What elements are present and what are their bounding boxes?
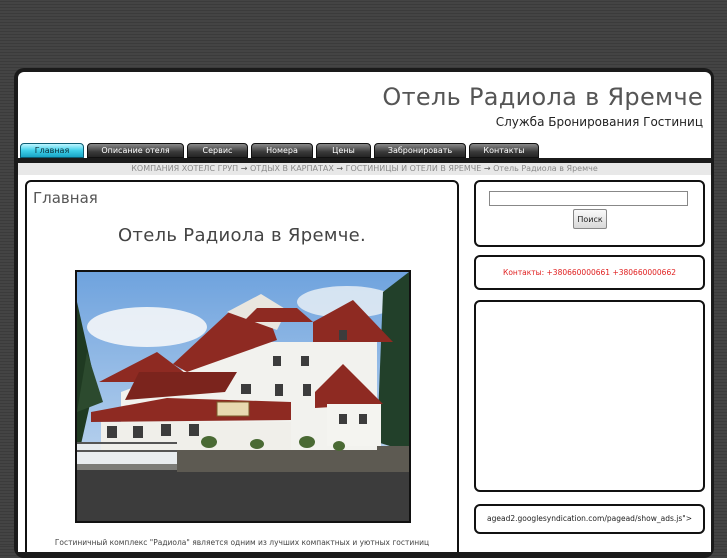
tab-service[interactable]: Сервис xyxy=(187,143,248,158)
tab-booking[interactable]: Забронировать xyxy=(374,143,466,158)
contacts-widget: Контакты: +380660000661 +380660000662 xyxy=(474,255,705,290)
tab-prices[interactable]: Цены xyxy=(316,143,371,158)
ad-code-widget: agead2.googlesyndication.com/pagead/show… xyxy=(474,504,705,534)
breadcrumb: КОМПАНИЯ ХОТЕЛС ГРУП → ОТДЫХ В КАРПАТАХ … xyxy=(18,163,711,175)
breadcrumb-link-yaremche-hotels[interactable]: ГОСТИНИЦЫ И ОТЕЛИ В ЯРЕМЧЕ xyxy=(346,164,482,173)
tab-home[interactable]: Главная xyxy=(20,143,84,158)
intro-text: Гостиничный комплекс "Радиола" является … xyxy=(54,538,430,547)
ad-placeholder xyxy=(474,300,705,492)
breadcrumb-current: Отель Радиола в Яремче xyxy=(493,164,598,173)
search-button[interactable]: Поиск xyxy=(573,209,607,229)
breadcrumb-link-carpathians[interactable]: ОТДЫХ В КАРПАТАХ xyxy=(250,164,334,173)
site-title: Отель Радиола в Яремче xyxy=(382,83,703,111)
site-subtitle: Служба Бронирования Гостиниц xyxy=(495,115,703,129)
tab-contacts[interactable]: Контакты xyxy=(469,143,539,158)
tab-hotel-description[interactable]: Описание отеля xyxy=(87,143,184,158)
breadcrumb-separator: → xyxy=(240,164,248,173)
search-widget: Поиск xyxy=(474,180,705,247)
breadcrumb-separator: → xyxy=(336,164,344,173)
content-title: Отель Радиола в Яремче. xyxy=(117,225,367,246)
tab-rooms[interactable]: Номера xyxy=(251,143,313,158)
content-heading: Главная xyxy=(33,189,98,207)
breadcrumb-link-company[interactable]: КОМПАНИЯ ХОТЕЛС ГРУП xyxy=(131,164,238,173)
hotel-photo xyxy=(75,270,411,523)
page: Отель Радиола в Яремче Служба Бронирован… xyxy=(18,72,711,552)
ad-code-text: agead2.googlesyndication.com/pagead/show… xyxy=(487,514,692,523)
contacts-text: Контакты: +380660000661 +380660000662 xyxy=(503,268,676,277)
main-content: Главная Отель Радиола в Яремче. Гостинич… xyxy=(25,180,459,552)
breadcrumb-separator: → xyxy=(483,164,491,173)
search-input[interactable] xyxy=(489,191,688,206)
